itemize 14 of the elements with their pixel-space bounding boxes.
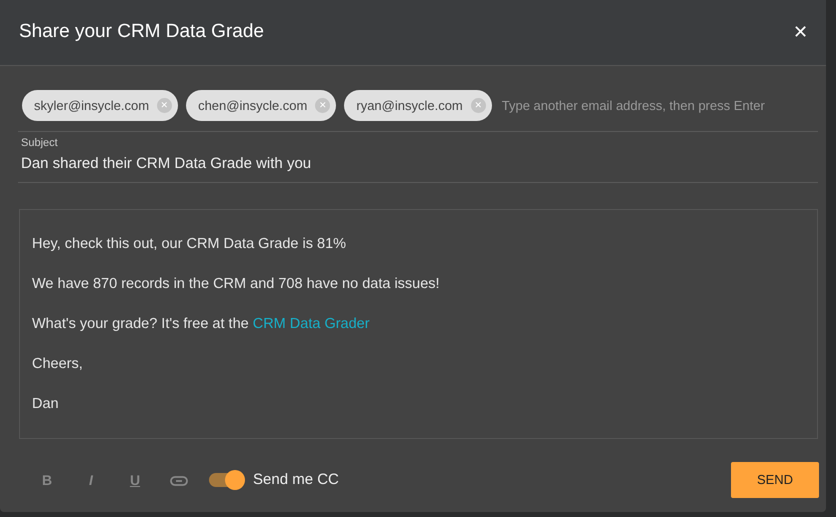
recipient-chip[interactable]: skyler@insycle.com ✕	[22, 90, 178, 121]
message-body[interactable]: Hey, check this out, our CRM Data Grade is 81% We have 870 records in the CRM and 708 have no data issues! What's your grade? It's free at the CRM Data Grader Cheers, Dan	[19, 208, 818, 438]
subject-label: Subject	[21, 136, 59, 151]
email-input[interactable]: Type another email address, then press Enter	[500, 94, 816, 116]
link[interactable]: CRM Data Grader	[252, 316, 370, 332]
dialog-title: Share your CRM Data Grade	[19, 20, 264, 44]
link-icon	[170, 476, 188, 486]
recipient-chip[interactable]: ryan@insycle.com ✕	[344, 90, 492, 121]
send-button[interactable]: SEND	[731, 462, 819, 498]
recipient-chip[interactable]: chen@insycle.com ✕	[186, 90, 336, 121]
subject-field[interactable]: Dan shared their CRM Data Grade with you	[21, 152, 818, 175]
cc-toggle[interactable]	[209, 469, 245, 491]
cc-label: Send me CC	[253, 470, 339, 490]
close-button[interactable]: ✕	[785, 17, 816, 48]
